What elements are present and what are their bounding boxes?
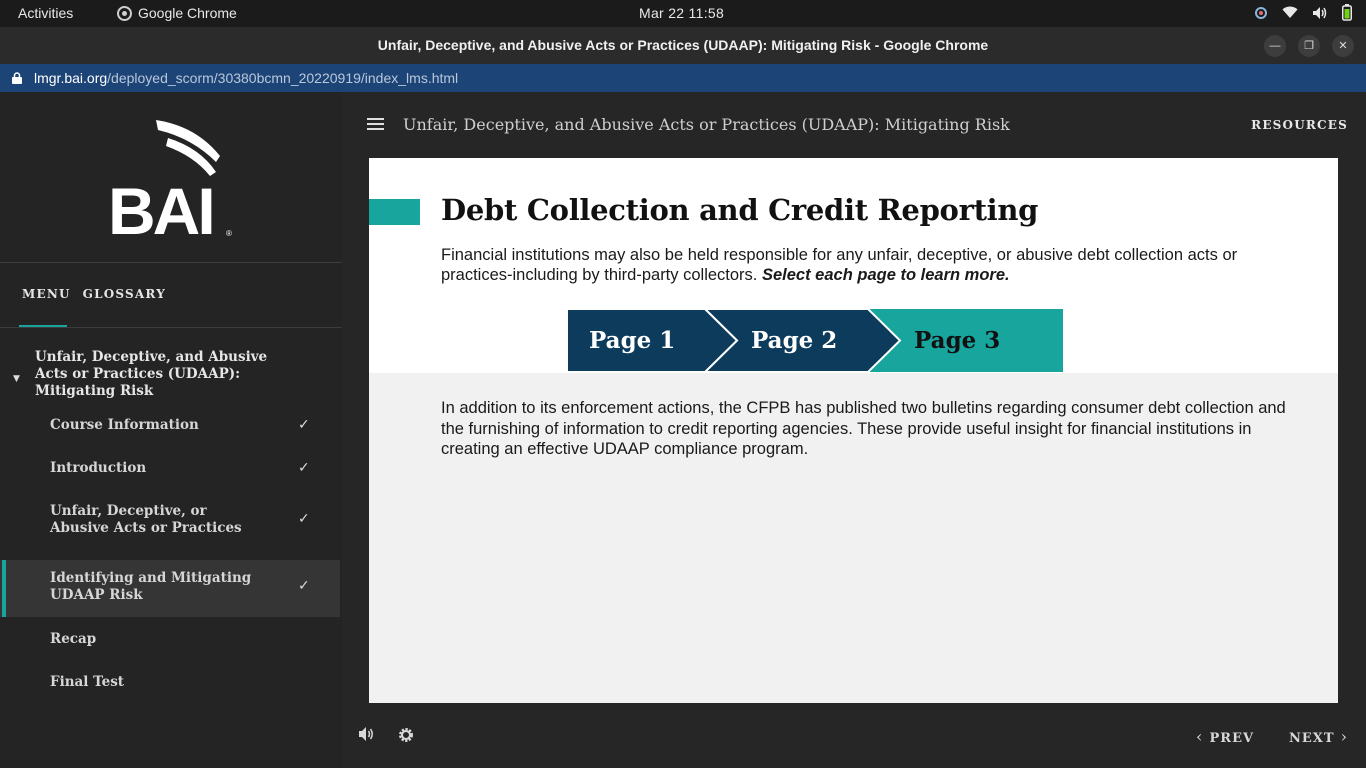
course-player: Unfair, Deceptive, and Abusive Acts or P… (342, 92, 1366, 768)
page-tabs: Page 1 Page 2 Page 3 (567, 309, 1063, 372)
lock-icon (12, 72, 22, 84)
clock[interactable]: Mar 22 11:58 (639, 5, 724, 21)
menu-item-unfair-deceptive-abusive[interactable]: Unfair, Deceptive, or Abusive Acts or Pr… (0, 503, 340, 543)
menu-item-label: Course Information (50, 417, 199, 433)
course-title[interactable]: Unfair, Deceptive, and Abusive Acts or P… (35, 349, 295, 400)
sidebar-tabs: MENU GLOSSARY (22, 287, 166, 301)
tab-label: Page 3 (914, 327, 1001, 354)
url-host: lmgr.bai.org (34, 70, 108, 86)
intro-instruction: Select each page to learn more. (761, 266, 1010, 284)
menu-item-label: Final Test (50, 674, 125, 690)
tab-label: Page 1 (589, 327, 676, 354)
check-icon: ✓ (298, 511, 310, 527)
menu-item-label: Unfair, Deceptive, or Abusive Acts or Pr… (50, 503, 242, 536)
collapse-caret-icon[interactable]: ▼ (13, 374, 20, 384)
wifi-icon (1282, 6, 1298, 22)
chevron-left-icon: ‹ (1196, 727, 1210, 746)
window-title-bar: Unfair, Deceptive, and Abusive Acts or P… (0, 27, 1366, 64)
maximize-button[interactable]: ❐ (1298, 35, 1320, 57)
check-icon: ✓ (298, 460, 310, 476)
close-button[interactable]: ✕ (1332, 35, 1354, 57)
sidebar-divider (0, 262, 342, 263)
heading-accent-bar (369, 199, 420, 225)
audio-icon[interactable] (358, 726, 376, 746)
next-button[interactable]: NEXT › (1289, 727, 1348, 746)
tab-glossary[interactable]: GLOSSARY (83, 287, 166, 301)
chevron-right-icon: › (1334, 727, 1349, 746)
menu-item-introduction[interactable]: Introduction ✓ (0, 460, 340, 490)
slide-heading: Debt Collection and Credit Reporting (441, 193, 1039, 227)
app-menu[interactable]: Google Chrome (117, 5, 237, 21)
address-bar[interactable]: lmgr.bai.org/deployed_scorm/30380bcmn_20… (0, 64, 1366, 92)
tab-menu[interactable]: MENU (22, 287, 71, 301)
network-app-icon (1254, 6, 1268, 23)
tab-label: Page 2 (751, 327, 838, 354)
menu-item-recap[interactable]: Recap (0, 631, 340, 661)
battery-icon (1342, 4, 1352, 24)
next-label: NEXT (1289, 731, 1335, 746)
slide-intro: Financial institutions may also be held … (441, 245, 1301, 285)
minimize-button[interactable]: — (1264, 35, 1286, 57)
url-path: /deployed_scorm/30380bcmn_20220919/index… (107, 70, 459, 86)
menu-item-label: Introduction (50, 460, 147, 476)
svg-text:®: ® (226, 229, 232, 238)
chrome-icon (117, 5, 132, 21)
menu-item-label: Recap (50, 631, 97, 647)
settings-gear-icon[interactable] (397, 726, 415, 748)
check-icon: ✓ (298, 417, 310, 433)
menu-item-identifying-mitigating[interactable]: Identifying and Mitigating UDAAP Risk ✓ (0, 560, 340, 617)
bai-logo: BAI ® (108, 120, 232, 243)
tab-page-1[interactable]: Page 1 (567, 309, 741, 372)
sidebar-divider (0, 327, 342, 328)
slide-body-text: In addition to its enforcement actions, … (441, 399, 1286, 458)
system-tray[interactable] (1254, 4, 1352, 24)
active-indicator (2, 560, 6, 617)
url-text[interactable]: lmgr.bai.org/deployed_scorm/30380bcmn_20… (34, 64, 458, 92)
svg-text:BAI: BAI (108, 174, 213, 243)
course-heading: Unfair, Deceptive, and Abusive Acts or P… (403, 115, 1010, 134)
menu-item-label: Identifying and Mitigating UDAAP Risk (50, 570, 252, 603)
activities-button[interactable]: Activities (18, 5, 73, 21)
menu-item-final-test[interactable]: Final Test (0, 674, 340, 704)
resources-button[interactable]: RESOURCES (1251, 118, 1348, 132)
course-sidebar: BAI ® MENU GLOSSARY ▼ Unfair, Deceptive,… (0, 92, 342, 768)
slide-content: Debt Collection and Credit Reporting Fin… (369, 158, 1338, 703)
check-icon: ✓ (298, 578, 310, 594)
window-title: Unfair, Deceptive, and Abusive Acts or P… (377, 37, 989, 53)
system-top-bar: Activities Google Chrome Mar 22 11:58 (0, 0, 1366, 27)
app-name: Google Chrome (138, 5, 237, 21)
hamburger-menu-icon[interactable] (367, 118, 385, 132)
menu-item-course-information[interactable]: Course Information ✓ (0, 417, 340, 447)
prev-label: PREV (1209, 731, 1255, 746)
prev-button[interactable]: ‹ PREV (1196, 727, 1254, 746)
volume-icon (1312, 6, 1328, 23)
